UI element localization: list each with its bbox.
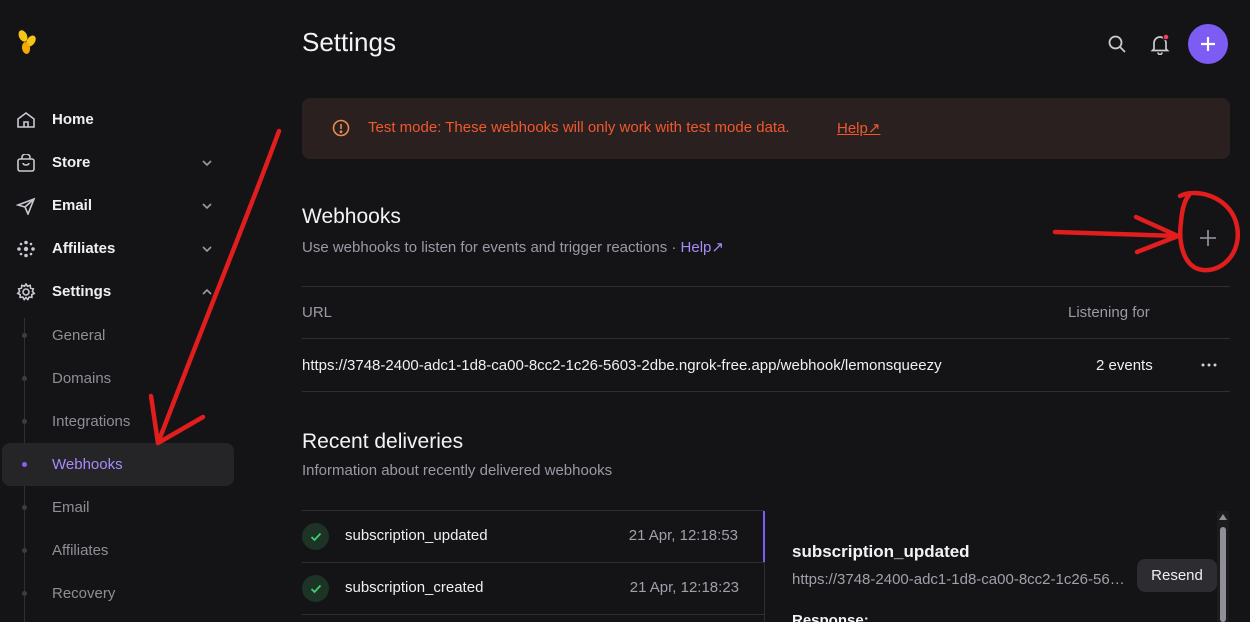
sidebar-subitem-label: Affiliates [52, 542, 109, 559]
check-icon [302, 575, 329, 602]
webhook-events: 2 events [1096, 357, 1153, 374]
webhook-url[interactable]: https://3748-2400-adc1-1d8-ca00-8cc2-1c2… [302, 357, 942, 374]
sidebar-item-label: Settings [52, 283, 112, 300]
resend-button[interactable]: Resend [1137, 559, 1217, 592]
webhooks-description: Use webhooks to listen for events and tr… [302, 238, 724, 256]
test-mode-banner: Test mode: These webhooks will only work… [302, 98, 1230, 159]
add-webhook-button[interactable] [1196, 226, 1220, 250]
search-icon [1108, 35, 1126, 53]
deliveries-title: Recent deliveries [302, 430, 464, 453]
deliveries-list: subscription_updated 21 Apr, 12:18:53 su… [302, 511, 764, 622]
scroll-up-arrow-icon[interactable] [1219, 514, 1227, 520]
annotation-arrowhead [1133, 214, 1181, 255]
bell-icon [1150, 33, 1170, 55]
divider [302, 338, 1230, 339]
sidebar-item-label: Email [52, 197, 93, 214]
column-header-listening: Listening for [1068, 304, 1150, 321]
sidebar-subitem-label: Domains [52, 370, 112, 387]
selected-indicator [763, 511, 765, 562]
bullet-dot [22, 505, 27, 510]
create-button[interactable] [1188, 24, 1228, 64]
more-options-icon[interactable] [1198, 355, 1220, 375]
sidebar-item-label: Home [52, 111, 94, 128]
scrollbar-thumb[interactable] [1220, 527, 1226, 622]
bullet-dot [22, 333, 27, 338]
sidebar-subitem-label: General [52, 327, 106, 344]
affiliates-icon [17, 240, 35, 258]
bag-icon [17, 154, 35, 172]
list-item[interactable]: subscription_updated 21 Apr, 12:18:53 [302, 511, 764, 563]
bullet-dot [22, 376, 27, 381]
scrollbar[interactable] [1217, 511, 1229, 622]
list-item[interactable]: subscription_created 21 Apr, 12:18:23 [302, 563, 764, 615]
sidebar-subitem-label: Integrations [52, 413, 131, 430]
deliveries-description: Information about recently delivered web… [302, 462, 613, 479]
sidebar-subitem-integrations[interactable]: Integrations [0, 400, 234, 443]
page-title: Settings [302, 27, 396, 57]
sidebar-subitem-email[interactable]: Email [0, 486, 234, 529]
webhooks-help-link[interactable]: Help↗ [681, 239, 724, 256]
delivery-name: subscription_created [345, 579, 484, 596]
sidebar-subitem-label: Webhooks [52, 456, 123, 473]
divider [764, 562, 765, 622]
sidebar-item-store[interactable]: Store [0, 143, 234, 183]
divider [302, 286, 1230, 287]
bullet-dot [22, 462, 27, 467]
delivery-response-label: Response: [792, 612, 869, 622]
chevron-down-icon[interactable] [200, 199, 214, 213]
column-header-url: URL [302, 304, 333, 321]
banner-text: Test mode: These webhooks will only work… [368, 119, 790, 136]
chevron-down-icon[interactable] [200, 242, 214, 256]
delivery-time: 21 Apr, 12:18:53 [628, 527, 738, 544]
sidebar-item-label: Store [52, 154, 91, 171]
banner-help-link[interactable]: Help↗ [837, 119, 880, 137]
sidebar-subitem-label: Recovery [52, 585, 116, 602]
sidebar-subitem-recovery[interactable]: Recovery [0, 572, 234, 615]
search-button[interactable] [1100, 27, 1134, 61]
bullet-dot [22, 419, 27, 424]
sidebar-subitem-domains[interactable]: Domains [0, 357, 234, 400]
bullet-dot [22, 591, 27, 596]
chevron-up-icon[interactable] [200, 285, 214, 299]
chevron-down-icon[interactable] [200, 156, 214, 170]
logo-icon[interactable] [16, 28, 40, 56]
sidebar: Home Store Email Affiliates Settings Gen… [0, 0, 250, 622]
delivery-time: 21 Apr, 12:18:23 [629, 579, 739, 596]
sidebar-subitem-affiliates[interactable]: Affiliates [0, 529, 234, 572]
sidebar-item-settings[interactable]: Settings [0, 272, 234, 312]
sidebar-subitem-webhooks[interactable]: Webhooks [2, 443, 234, 486]
sidebar-subitem-general[interactable]: General [0, 314, 234, 357]
info-circle-icon [332, 119, 350, 137]
sidebar-item-label: Affiliates [52, 240, 116, 257]
delivery-detail-title: subscription_updated [792, 542, 970, 561]
home-icon [17, 112, 35, 128]
sidebar-item-email[interactable]: Email [0, 186, 234, 226]
webhooks-desc-text: Use webhooks to listen for events and tr… [302, 239, 677, 256]
plus-icon [1201, 37, 1215, 51]
check-icon [302, 523, 329, 550]
sidebar-item-affiliates[interactable]: Affiliates [0, 229, 234, 269]
webhooks-title: Webhooks [302, 205, 401, 228]
sidebar-subitem-label: Email [52, 499, 90, 516]
delivery-name: subscription_updated [345, 527, 488, 544]
gear-icon [16, 283, 36, 301]
notifications-button[interactable] [1143, 27, 1177, 61]
send-icon [16, 197, 36, 215]
delivery-detail-url: https://3748-2400-adc1-1d8-ca00-8cc2-1c2… [792, 571, 1132, 588]
divider [302, 391, 1230, 392]
bullet-dot [22, 548, 27, 553]
sidebar-item-home[interactable]: Home [0, 100, 234, 140]
annotation-arrow-to-add [1052, 229, 1181, 239]
